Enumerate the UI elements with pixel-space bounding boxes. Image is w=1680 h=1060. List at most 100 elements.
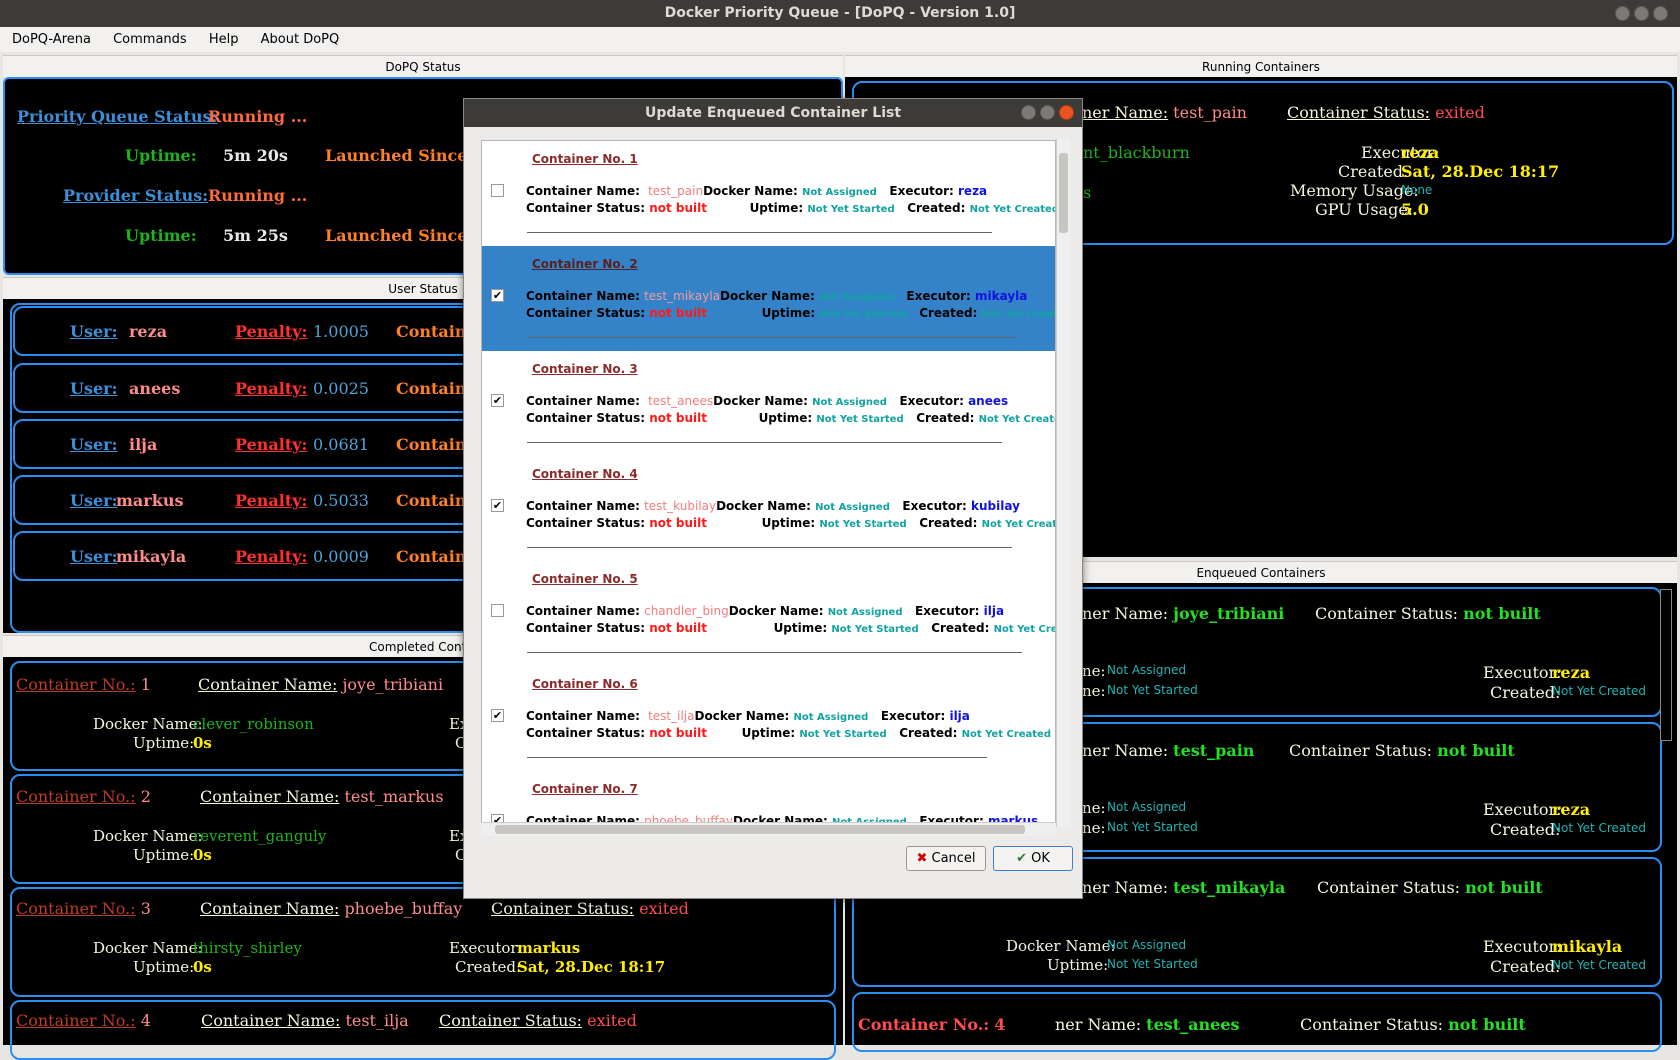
enq-name-value: test_mikayla [1173, 878, 1286, 897]
enq-uptime-value: Not Yet Started [1107, 957, 1198, 971]
completed-name-value: test_ilja [345, 1011, 409, 1030]
menu-dopq-arena[interactable]: DoPQ-Arena [6, 27, 97, 52]
status-label: Container Status: [526, 726, 646, 740]
prov-uptime-label: Uptime: [125, 226, 197, 245]
completed-name-label: Container Name: [198, 675, 338, 694]
dialog-minimize-icon[interactable] [1021, 105, 1036, 120]
uptime-label: Uptime: [773, 621, 828, 635]
enq-created-value: Not Yet Created [1552, 684, 1646, 698]
docker-value: Not Assigned [812, 397, 887, 408]
docker-value: Not Assigned [819, 292, 894, 303]
uptime-value: Not Yet Started [819, 309, 907, 320]
container-name-value: test_pain [648, 184, 704, 198]
completed-no-value: 4 [140, 1011, 151, 1030]
minimize-icon[interactable] [1615, 6, 1630, 21]
user-label: User: [70, 379, 118, 398]
penalty-value: 0.5033 [313, 491, 369, 510]
vertical-scroll-thumb[interactable] [1059, 153, 1068, 233]
enq-status-value: not built [1448, 1015, 1526, 1034]
enq-name-label: ner Name: [1055, 1015, 1142, 1034]
container-checkbox[interactable]: ✔ [491, 499, 504, 512]
completed-no-label: Container No.: [16, 787, 136, 806]
docker-value: Not Assigned [802, 187, 877, 198]
dialog-maximize-icon[interactable] [1040, 105, 1055, 120]
close-icon[interactable] [1653, 6, 1668, 21]
container-entry[interactable]: Container No. 4 ✔ Container Name: test_k… [482, 456, 1055, 561]
menu-help[interactable]: Help [203, 27, 245, 52]
status-value: not built [649, 201, 707, 215]
status-panel-header: DoPQ Status [3, 55, 843, 77]
prov-launched-label: Launched Since: [325, 226, 474, 245]
enq-name-value: test_anees [1146, 1015, 1240, 1034]
status-value: not built [649, 411, 707, 425]
running-docker-value: nt_blackburn [1083, 143, 1190, 162]
completed-docker-label: Docker Name: [93, 715, 203, 733]
container-checkbox[interactable] [491, 604, 504, 617]
penalty-label: Penalty: [235, 322, 308, 341]
completed-executor-value: markus [517, 939, 581, 957]
enq-ne-trunc: ne: [1082, 682, 1106, 700]
container-entry[interactable]: Container No. 1 Container Name: test_pai… [482, 141, 1055, 246]
enq-ne-trunc: ne: [1082, 799, 1106, 817]
created-label: Created: [931, 621, 990, 635]
horizontal-scroll-thumb[interactable] [495, 825, 1025, 834]
enqueued-scrollbar[interactable] [1660, 589, 1672, 741]
container-name-value: test_ilja [648, 709, 695, 723]
enq-status-label: Container Status: [1317, 878, 1461, 897]
created-value: Not Yet Created [981, 309, 1056, 320]
uptime-label: Uptime: [758, 411, 813, 425]
user-name: reza [129, 322, 168, 341]
menu-commands[interactable]: Commands [107, 27, 193, 52]
pq-status-label: Priority Queue Status: [17, 107, 218, 126]
enq-executor-value: reza [1552, 800, 1591, 819]
executor-label: Executor: [915, 604, 980, 618]
completed-docker-label: Docker Name: [93, 939, 203, 957]
container-entry[interactable]: Container No. 3 ✔ Container Name: test_a… [482, 351, 1055, 456]
executor-label: Executor: [902, 499, 967, 513]
user-name: ilja [129, 435, 158, 454]
container-checkbox[interactable]: ✔ [491, 709, 504, 722]
entry-separator [527, 652, 1022, 653]
dialog-vertical-scrollbar[interactable] [1056, 139, 1070, 827]
maximize-icon[interactable] [1634, 6, 1649, 21]
uptime-value: Not Yet Started [816, 414, 904, 425]
uptime-label: Uptime: [761, 306, 816, 320]
pq-status-value: Running ... [208, 107, 308, 126]
window-title: Docker Priority Queue - [DoPQ - Version … [664, 5, 1016, 21]
executor-value: ilja [949, 709, 970, 723]
completed-name-label: Container Name: [200, 899, 340, 918]
enq-status-value: not built [1437, 741, 1515, 760]
menu-about[interactable]: About DoPQ [255, 27, 346, 52]
container-entry[interactable]: Container No. 5 Container Name: chandler… [482, 561, 1055, 666]
penalty-label: Penalty: [235, 547, 308, 566]
enq-status-label: Container Status: [1300, 1015, 1444, 1034]
cancel-button[interactable]: ✖ Cancel [906, 846, 986, 871]
enq-uptime-label: Uptime: [1047, 956, 1109, 974]
user-label: User: [70, 322, 118, 341]
penalty-label: Penalty: [235, 435, 308, 454]
name-label: Container Name: [526, 499, 640, 513]
penalty-label: Penalty: [235, 491, 308, 510]
enq-uptime-value: Not Yet Started [1107, 820, 1198, 834]
enq-created-label: Created: [1490, 957, 1561, 976]
name-label: Container Name: [526, 709, 640, 723]
dialog-horizontal-scrollbar[interactable] [481, 822, 1056, 836]
enq-ne-trunc: ne: [1082, 819, 1106, 837]
enq-uptime-value: Not Yet Started [1107, 683, 1198, 697]
container-checkbox[interactable]: ✔ [491, 394, 504, 407]
enq-docker-value: Not Assigned [1107, 800, 1187, 814]
completed-uptime-value: 0s [193, 846, 212, 864]
enq-no-value: 4 [994, 1015, 1006, 1034]
uptime-value: Not Yet Started [807, 204, 895, 215]
container-entry[interactable]: Container No. 6 ✔ Container Name: test_i… [482, 666, 1055, 771]
completed-no-value: 1 [140, 675, 151, 694]
container-entry[interactable]: Container No. 2 ✔ Container Name: test_m… [482, 246, 1056, 351]
container-name-value: test_anees [648, 394, 714, 408]
ok-button[interactable]: ✔ OK [993, 846, 1073, 871]
enq-executor-label: Executor: [1483, 800, 1562, 819]
executor-label: Executor: [880, 709, 946, 723]
container-checkbox[interactable] [491, 184, 504, 197]
dialog-close-icon[interactable] [1059, 105, 1074, 120]
penalty-value: 0.0009 [313, 547, 369, 566]
container-checkbox[interactable]: ✔ [491, 289, 504, 302]
